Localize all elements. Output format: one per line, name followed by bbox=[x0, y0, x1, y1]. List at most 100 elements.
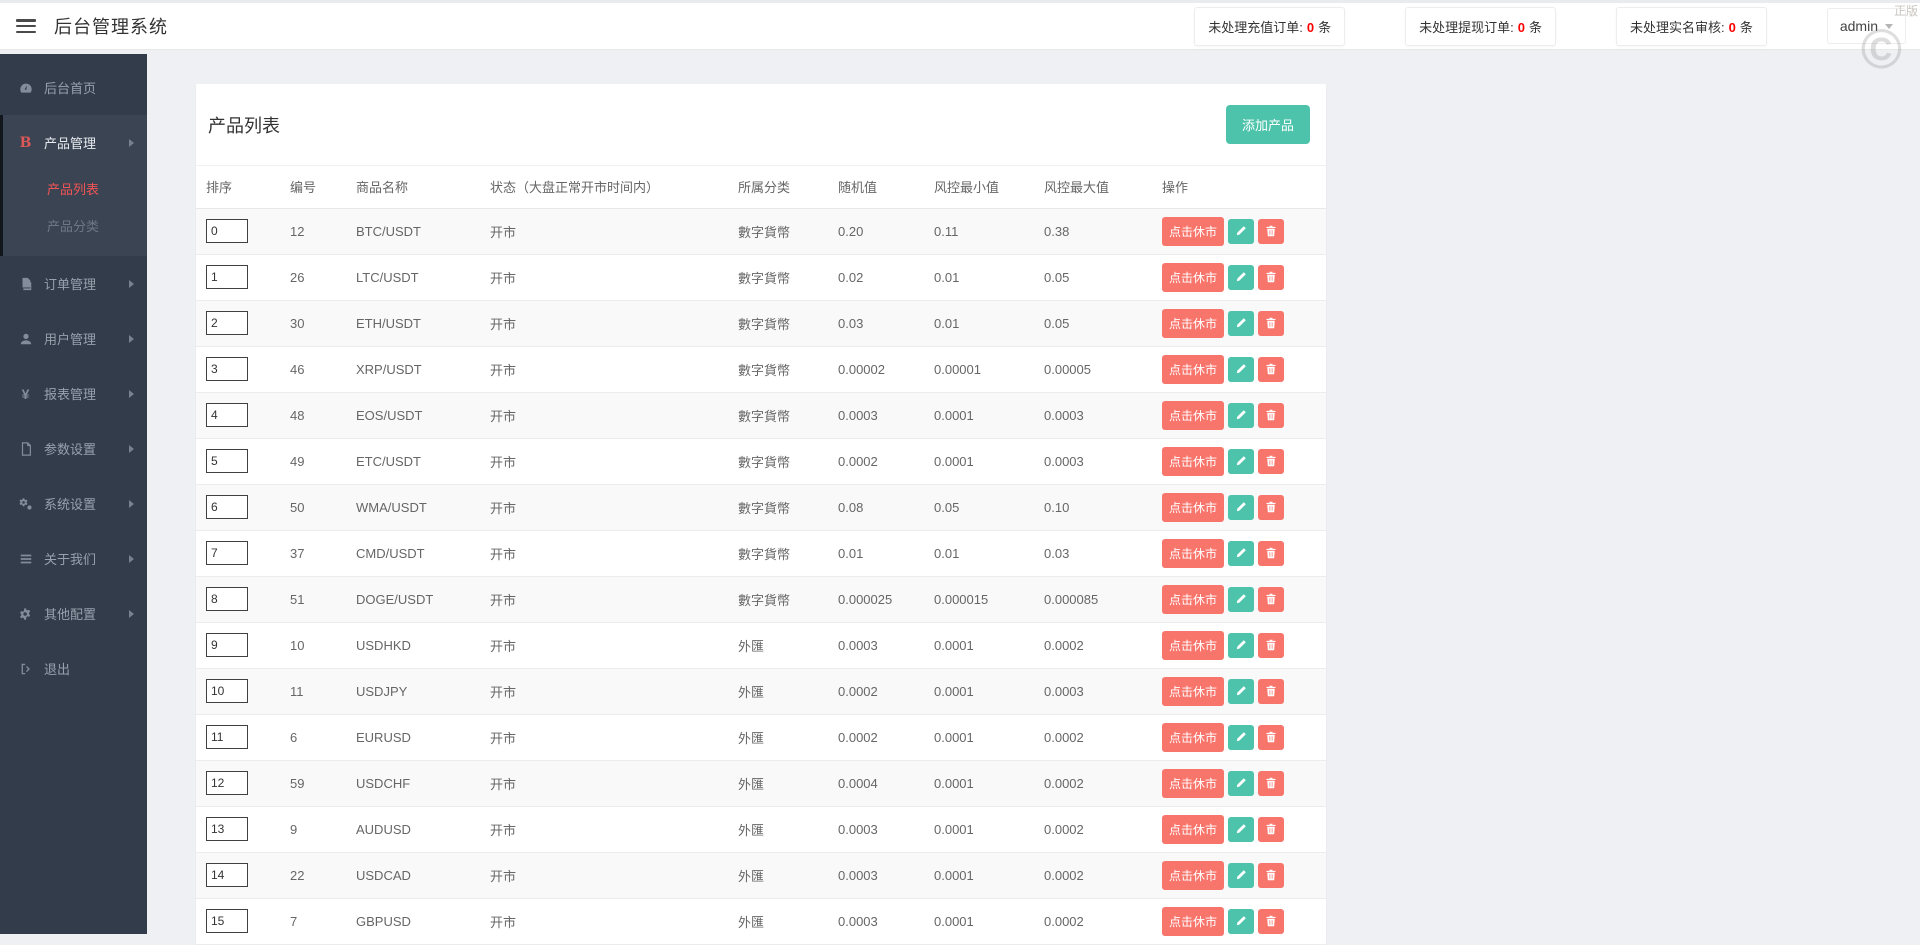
delete-button[interactable] bbox=[1258, 863, 1284, 888]
cell-sort bbox=[196, 208, 280, 254]
edit-button[interactable] bbox=[1228, 495, 1254, 520]
cell-id: 30 bbox=[280, 300, 346, 346]
pending-deposit-orders-badge[interactable]: 未处理充值订单:0条 bbox=[1194, 7, 1345, 46]
edit-button[interactable] bbox=[1228, 449, 1254, 474]
cell-category: 數字貨幣 bbox=[728, 530, 828, 576]
sort-input[interactable] bbox=[206, 725, 248, 749]
close-market-button[interactable]: 点击休市 bbox=[1162, 769, 1224, 798]
sidebar-item-reports[interactable]: ¥报表管理 bbox=[0, 366, 147, 421]
close-market-button[interactable]: 点击休市 bbox=[1162, 309, 1224, 338]
pending-withdraw-orders-badge[interactable]: 未处理提现订单:0条 bbox=[1405, 7, 1556, 46]
edit-button[interactable] bbox=[1228, 817, 1254, 842]
cell-id: 10 bbox=[280, 622, 346, 668]
sort-input[interactable] bbox=[206, 863, 248, 887]
cell-category: 數字貨幣 bbox=[728, 576, 828, 622]
edit-button[interactable] bbox=[1228, 679, 1254, 704]
close-market-button[interactable]: 点击休市 bbox=[1162, 677, 1224, 706]
cell-id: 50 bbox=[280, 484, 346, 530]
table-row: 11USDJPY开市外匯0.00020.00010.0003点击休市 bbox=[196, 668, 1326, 714]
sort-input[interactable] bbox=[206, 587, 248, 611]
close-market-button[interactable]: 点击休市 bbox=[1162, 585, 1224, 614]
hamburger-menu-icon[interactable] bbox=[16, 19, 36, 33]
stat-label: 未处理提现订单: bbox=[1419, 20, 1514, 35]
close-market-button[interactable]: 点击休市 bbox=[1162, 447, 1224, 476]
delete-button[interactable] bbox=[1258, 633, 1284, 658]
sort-input[interactable] bbox=[206, 633, 248, 657]
edit-button[interactable] bbox=[1228, 633, 1254, 658]
sidebar-item-users[interactable]: 用户管理 bbox=[0, 311, 147, 366]
close-market-button[interactable]: 点击休市 bbox=[1162, 815, 1224, 844]
edit-button[interactable] bbox=[1228, 357, 1254, 382]
close-market-button[interactable]: 点击休市 bbox=[1162, 355, 1224, 384]
sidebar-item-products[interactable]: B产品管理 bbox=[3, 115, 147, 170]
close-market-button[interactable]: 点击休市 bbox=[1162, 907, 1224, 936]
cell-random-value: 0.0003 bbox=[828, 898, 924, 944]
delete-button[interactable] bbox=[1258, 909, 1284, 934]
sort-input[interactable] bbox=[206, 449, 248, 473]
cell-risk-min: 0.0001 bbox=[924, 392, 1034, 438]
sidebar-item-about[interactable]: 关于我们 bbox=[0, 531, 147, 586]
delete-button[interactable] bbox=[1258, 265, 1284, 290]
cell-risk-min: 0.01 bbox=[924, 254, 1034, 300]
edit-button[interactable] bbox=[1228, 311, 1254, 336]
pending-kyc-review-badge[interactable]: 未处理实名审核:0条 bbox=[1616, 7, 1767, 46]
edit-button[interactable] bbox=[1228, 541, 1254, 566]
close-market-button[interactable]: 点击休市 bbox=[1162, 861, 1224, 890]
sort-input[interactable] bbox=[206, 311, 248, 335]
sidebar-item-system[interactable]: 系统设置 bbox=[0, 476, 147, 531]
close-market-button[interactable]: 点击休市 bbox=[1162, 493, 1224, 522]
delete-button[interactable] bbox=[1258, 817, 1284, 842]
delete-button[interactable] bbox=[1258, 449, 1284, 474]
delete-button[interactable] bbox=[1258, 587, 1284, 612]
sort-input[interactable] bbox=[206, 495, 248, 519]
close-market-button[interactable]: 点击休市 bbox=[1162, 723, 1224, 752]
delete-button[interactable] bbox=[1258, 403, 1284, 428]
add-product-button[interactable]: 添加产品 bbox=[1226, 105, 1310, 144]
edit-button[interactable] bbox=[1228, 909, 1254, 934]
sidebar-item-other[interactable]: 其他配置 bbox=[0, 586, 147, 641]
sort-input[interactable] bbox=[206, 541, 248, 565]
sort-input[interactable] bbox=[206, 403, 248, 427]
sidebar-item-orders[interactable]: 订单管理 bbox=[0, 256, 147, 311]
close-market-button[interactable]: 点击休市 bbox=[1162, 217, 1224, 246]
product-table: 排序编号商品名称状态（大盘正常开市时间内）所属分类随机值风控最小值风控最大值操作… bbox=[196, 166, 1326, 945]
delete-button[interactable] bbox=[1258, 311, 1284, 336]
cell-random-value: 0.08 bbox=[828, 484, 924, 530]
chevron-right-icon bbox=[129, 335, 134, 343]
sidebar-item-params[interactable]: 参数设置 bbox=[0, 421, 147, 476]
close-market-button[interactable]: 点击休市 bbox=[1162, 631, 1224, 660]
delete-button[interactable] bbox=[1258, 679, 1284, 704]
delete-button[interactable] bbox=[1258, 495, 1284, 520]
sort-input[interactable] bbox=[206, 679, 248, 703]
sidebar-item-home[interactable]: 后台首页 bbox=[0, 60, 147, 115]
sidebar-item-logout[interactable]: 退出 bbox=[0, 641, 147, 696]
cell-actions: 点击休市 bbox=[1152, 530, 1326, 576]
close-market-button[interactable]: 点击休市 bbox=[1162, 263, 1224, 292]
stat-label: 未处理充值订单: bbox=[1208, 20, 1303, 35]
edit-button[interactable] bbox=[1228, 863, 1254, 888]
delete-button[interactable] bbox=[1258, 357, 1284, 382]
sort-input[interactable] bbox=[206, 265, 248, 289]
gear-icon bbox=[17, 607, 34, 621]
close-market-button[interactable]: 点击休市 bbox=[1162, 401, 1224, 430]
sort-input[interactable] bbox=[206, 219, 248, 243]
sidebar-subitem-product-category[interactable]: 产品分类 bbox=[3, 207, 147, 244]
sort-input[interactable] bbox=[206, 909, 248, 933]
edit-button[interactable] bbox=[1228, 771, 1254, 796]
delete-button[interactable] bbox=[1258, 219, 1284, 244]
edit-button[interactable] bbox=[1228, 219, 1254, 244]
edit-button[interactable] bbox=[1228, 403, 1254, 428]
delete-button[interactable] bbox=[1258, 541, 1284, 566]
sidebar-item-label: 用户管理 bbox=[44, 329, 96, 348]
sort-input[interactable] bbox=[206, 357, 248, 381]
sidebar-subitem-product-list[interactable]: 产品列表 bbox=[3, 170, 147, 207]
close-market-button[interactable]: 点击休市 bbox=[1162, 539, 1224, 568]
delete-button[interactable] bbox=[1258, 725, 1284, 750]
cell-id: 59 bbox=[280, 760, 346, 806]
edit-button[interactable] bbox=[1228, 725, 1254, 750]
edit-button[interactable] bbox=[1228, 265, 1254, 290]
sort-input[interactable] bbox=[206, 817, 248, 841]
delete-button[interactable] bbox=[1258, 771, 1284, 796]
edit-button[interactable] bbox=[1228, 587, 1254, 612]
sort-input[interactable] bbox=[206, 771, 248, 795]
